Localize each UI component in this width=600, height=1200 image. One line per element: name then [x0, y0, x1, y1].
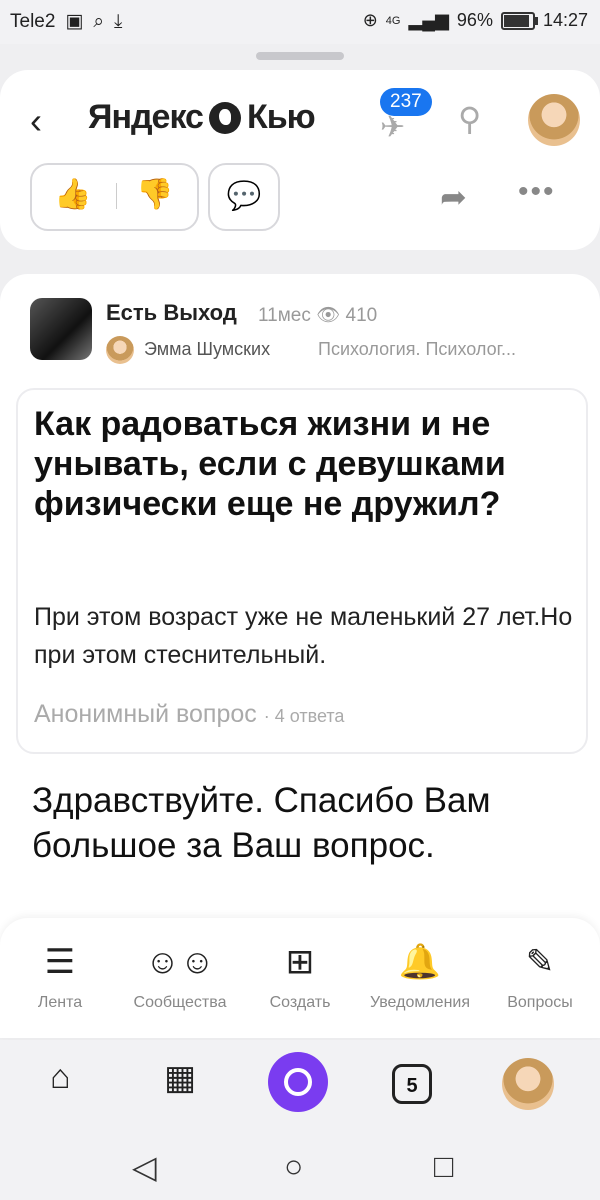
- status-left: Tele2 ▣ ⌕ ⤓: [10, 10, 122, 33]
- user-avatar[interactable]: [528, 94, 580, 146]
- question-author: Анонимный вопрос: [34, 700, 257, 728]
- tab-feed[interactable]: ☰ Лента: [0, 940, 120, 1012]
- browser-tabs-count[interactable]: 5: [392, 1064, 432, 1104]
- back-nav-icon[interactable]: ◁: [132, 1148, 157, 1186]
- tab-label: Вопросы: [507, 994, 573, 1011]
- author-name[interactable]: Эмма Шумских: [144, 339, 270, 360]
- sync-icon: ⊕: [362, 10, 378, 30]
- apps-icon[interactable]: ▦: [164, 1058, 196, 1098]
- search-notif-icon: ⌕: [93, 10, 105, 32]
- messages-badge[interactable]: 237: [380, 88, 432, 116]
- share-icon[interactable]: ➦: [440, 178, 467, 216]
- battery-label: 96%: [456, 10, 493, 30]
- post-views: 410: [345, 305, 378, 326]
- eye-icon: 👁: [316, 305, 341, 326]
- comment-icon: 💬: [226, 180, 262, 211]
- time-label: 14:27: [542, 10, 588, 30]
- gallery-icon: ▣: [65, 11, 84, 32]
- tab-communities[interactable]: ☺☺ Сообщества: [120, 940, 240, 1012]
- tab-label: Уведомления: [369, 994, 471, 1011]
- alice-icon[interactable]: [268, 1052, 328, 1112]
- question-footer: Анонимный вопрос · 4 ответа: [34, 700, 345, 728]
- bell-icon: 🔔: [398, 943, 442, 981]
- answer-text: Здравствуйте. Спасибо Вам большое за Ваш…: [32, 781, 491, 865]
- tab-create[interactable]: ⊞ Создать: [240, 940, 360, 1012]
- carrier-label: Tele2: [10, 10, 56, 32]
- battery-icon: [500, 11, 538, 30]
- recents-nav-icon[interactable]: □: [434, 1148, 453, 1185]
- status-bar: Tele2 ▣ ⌕ ⤓ ⊕ 4G ▂▄▆ 96% 14:27: [0, 0, 600, 44]
- back-icon[interactable]: ‹: [30, 100, 42, 142]
- pencil-icon: ✎: [525, 943, 555, 981]
- logo-text: Яндекс: [88, 98, 204, 136]
- tab-label: Сообщества: [133, 994, 227, 1011]
- post-meta: 11мес 👁 410: [258, 303, 377, 327]
- logo-text-2: Кью: [246, 98, 316, 136]
- community-avatar[interactable]: [30, 298, 92, 360]
- more-icon[interactable]: •••: [518, 175, 556, 209]
- community-name[interactable]: Есть Выход: [106, 300, 237, 326]
- tab-notifications[interactable]: 🔔 Уведомления: [360, 940, 480, 1012]
- search-icon[interactable]: ⚲: [458, 100, 481, 138]
- tab-label: Создать: [269, 994, 331, 1011]
- topic-label[interactable]: Психология. Психолог...: [318, 339, 516, 360]
- logo-mark-icon: [208, 101, 241, 134]
- post-age: 11мес: [258, 305, 311, 326]
- vote-divider: [116, 183, 117, 209]
- author-avatar[interactable]: [106, 336, 134, 364]
- browser-avatar[interactable]: [502, 1058, 554, 1110]
- home-nav-icon[interactable]: ○: [284, 1148, 303, 1185]
- thumbs-down-icon[interactable]: 👎: [136, 177, 173, 212]
- question-title[interactable]: Как радоваться жизни и не унывать, если …: [34, 404, 564, 524]
- question-text: При этом возраст уже не маленький 27 лет…: [34, 603, 573, 669]
- create-icon: ⊞: [285, 943, 315, 981]
- vote-group: 👍 👎: [30, 163, 199, 231]
- network-label: 4G: [385, 14, 401, 27]
- sheet-grabber[interactable]: [256, 52, 344, 60]
- status-right: ⊕ 4G ▂▄▆ 96% 14:27: [363, 10, 588, 31]
- feed-icon: ☰: [44, 943, 76, 981]
- app-logo[interactable]: Яндекс Кью: [88, 98, 316, 137]
- thumbs-up-icon[interactable]: 👍: [54, 177, 91, 212]
- tab-label: Лента: [37, 994, 83, 1011]
- answers-count[interactable]: 4 ответа: [275, 706, 345, 726]
- communities-icon: ☺☺: [145, 943, 215, 981]
- home-icon[interactable]: ⌂: [50, 1058, 71, 1097]
- tab-questions[interactable]: ✎ Вопросы: [480, 940, 600, 1012]
- comment-button[interactable]: 💬: [208, 163, 280, 231]
- signal-icon: ▂▄▆: [408, 10, 449, 30]
- download-icon: ⤓: [114, 10, 123, 32]
